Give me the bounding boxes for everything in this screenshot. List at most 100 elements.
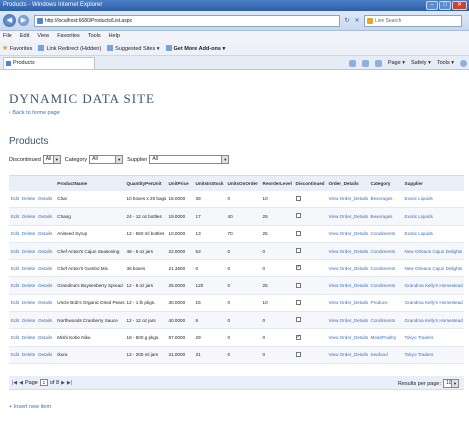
first-page-icon[interactable]: |◀	[12, 380, 17, 386]
previous-page-icon[interactable]: ◀	[19, 380, 23, 386]
edit-link[interactable]: Edit	[11, 283, 19, 288]
favorites-button[interactable]: ★ Favorites	[2, 42, 32, 56]
column-header-unitprice[interactable]: UnitPrice	[166, 175, 194, 191]
feeds-icon[interactable]	[361, 59, 369, 67]
category-link[interactable]: Condiments	[371, 318, 396, 323]
supplier-link[interactable]: New Orleans Cajun Delights	[405, 249, 463, 254]
column-header-reorderlevel[interactable]: ReorderLevel	[260, 175, 294, 191]
supplier-link[interactable]: Grandma Kelly's Homestead	[405, 318, 463, 323]
details-link[interactable]: Details	[38, 283, 52, 288]
category-link[interactable]: Seafood	[371, 352, 388, 357]
delete-link[interactable]: Delete	[22, 231, 35, 236]
edit-link[interactable]: Edit	[11, 300, 19, 305]
category-link[interactable]: Condiments	[371, 266, 396, 271]
print-icon[interactable]	[374, 59, 382, 67]
close-button[interactable]: ✕	[452, 1, 467, 10]
menu-view[interactable]: View	[37, 31, 49, 42]
menu-tools[interactable]: Tools	[88, 31, 101, 42]
fav-item-link-redirect[interactable]: Link Redirect (Hidden)	[38, 42, 101, 56]
view-order-details-link[interactable]: View Order_Details	[329, 352, 369, 357]
category-link[interactable]: Produce	[371, 300, 388, 305]
details-link[interactable]: Details	[38, 249, 52, 254]
category-link[interactable]: Meat/Poultry	[371, 335, 397, 340]
column-header-unitsonorder[interactable]: UnitsOnOrder	[225, 175, 261, 191]
view-order-details-link[interactable]: View Order_Details	[329, 266, 369, 271]
delete-link[interactable]: Delete	[22, 266, 35, 271]
category-filter-select[interactable]: All ▼	[89, 155, 124, 164]
view-order-details-link[interactable]: View Order_Details	[329, 231, 369, 236]
column-header-supplier[interactable]: Supplier	[402, 175, 464, 191]
menu-favorites[interactable]: Favorites	[57, 31, 80, 42]
supplier-link[interactable]: Tokyo Traders	[405, 335, 434, 340]
category-link[interactable]: Condiments	[371, 283, 396, 288]
page-number-input[interactable]: 1	[39, 379, 48, 386]
supplier-link[interactable]: Grandma Kelly's Homestead	[405, 283, 463, 288]
next-page-icon[interactable]: ▶	[61, 380, 65, 386]
column-header-productname[interactable]: ProductName	[55, 175, 125, 191]
supplier-link[interactable]: New Orleans Cajun Delights	[405, 266, 463, 271]
delete-link[interactable]: Delete	[22, 196, 35, 201]
edit-link[interactable]: Edit	[11, 318, 19, 323]
edit-link[interactable]: Edit	[11, 196, 19, 201]
delete-link[interactable]: Delete	[22, 214, 35, 219]
category-link[interactable]: Beverages	[371, 196, 393, 201]
details-link[interactable]: Details	[38, 214, 52, 219]
edit-link[interactable]: Edit	[11, 266, 19, 271]
delete-link[interactable]: Delete	[22, 249, 35, 254]
edit-link[interactable]: Edit	[11, 249, 19, 254]
column-header-unitsinstock[interactable]: UnitsInStock	[193, 175, 226, 191]
delete-link[interactable]: Delete	[22, 335, 35, 340]
edit-link[interactable]: Edit	[11, 335, 19, 340]
edit-link[interactable]: Edit	[11, 214, 19, 219]
maximize-button[interactable]: □	[439, 1, 451, 10]
menu-file[interactable]: File	[3, 31, 12, 42]
insert-new-item-link[interactable]: + Insert new item	[9, 404, 51, 410]
home-icon[interactable]	[348, 59, 356, 67]
view-order-details-link[interactable]: View Order_Details	[329, 335, 369, 340]
view-order-details-link[interactable]: View Order_Details	[329, 283, 369, 288]
supplier-link[interactable]: Exotic Liquids	[405, 196, 433, 201]
delete-link[interactable]: Delete	[22, 318, 35, 323]
refresh-icon[interactable]: ↻	[342, 15, 352, 27]
delete-link[interactable]: Delete	[22, 283, 35, 288]
details-link[interactable]: Details	[38, 318, 52, 323]
supplier-filter-select[interactable]: All ▼	[149, 155, 230, 164]
category-link[interactable]: Condiments	[371, 231, 396, 236]
supplier-link[interactable]: Exotic Liquids	[405, 214, 433, 219]
results-per-page-select[interactable]: 10 ▼	[443, 379, 459, 388]
menu-edit[interactable]: Edit	[20, 31, 29, 42]
url-input[interactable]: http://localhost:6680/Products/List.aspx	[34, 15, 340, 27]
column-header-category[interactable]: Category	[368, 175, 403, 191]
details-link[interactable]: Details	[38, 335, 52, 340]
details-link[interactable]: Details	[38, 266, 52, 271]
details-link[interactable]: Details	[38, 300, 52, 305]
details-link[interactable]: Details	[38, 196, 52, 201]
category-link[interactable]: Beverages	[371, 214, 393, 219]
fav-item-get-addons[interactable]: Get More Add-ons ▾	[165, 42, 225, 56]
back-button[interactable]: ◀	[3, 14, 16, 27]
back-to-home-link[interactable]: ‹ Back to home page	[9, 110, 60, 116]
column-header-quantityperunit[interactable]: QuantityPerUnit	[124, 175, 167, 191]
view-order-details-link[interactable]: View Order_Details	[329, 214, 369, 219]
delete-link[interactable]: Delete	[22, 300, 35, 305]
page-menu[interactable]: Page ▾	[388, 60, 405, 66]
last-page-icon[interactable]: ▶|	[67, 380, 72, 386]
view-order-details-link[interactable]: View Order_Details	[329, 300, 369, 305]
view-order-details-link[interactable]: View Order_Details	[329, 249, 369, 254]
tools-menu[interactable]: Tools ▾	[437, 60, 454, 66]
category-link[interactable]: Condiments	[371, 249, 396, 254]
view-order-details-link[interactable]: View Order_Details	[329, 318, 369, 323]
details-link[interactable]: Details	[38, 231, 52, 236]
edit-link[interactable]: Edit	[11, 231, 19, 236]
safety-menu[interactable]: Safety ▾	[411, 60, 431, 66]
minimize-button[interactable]: –	[426, 1, 438, 10]
view-order-details-link[interactable]: View Order_Details	[329, 196, 369, 201]
forward-button[interactable]: ▶	[18, 15, 29, 26]
help-icon[interactable]	[460, 59, 467, 67]
supplier-link[interactable]: Exotic Liquids	[405, 231, 433, 236]
search-input[interactable]: Live Search	[364, 15, 462, 27]
menu-help[interactable]: Help	[109, 31, 120, 42]
tab-products[interactable]: Products	[3, 57, 95, 69]
edit-link[interactable]: Edit	[11, 352, 19, 357]
discontinued-filter-select[interactable]: All ▼	[42, 155, 61, 164]
